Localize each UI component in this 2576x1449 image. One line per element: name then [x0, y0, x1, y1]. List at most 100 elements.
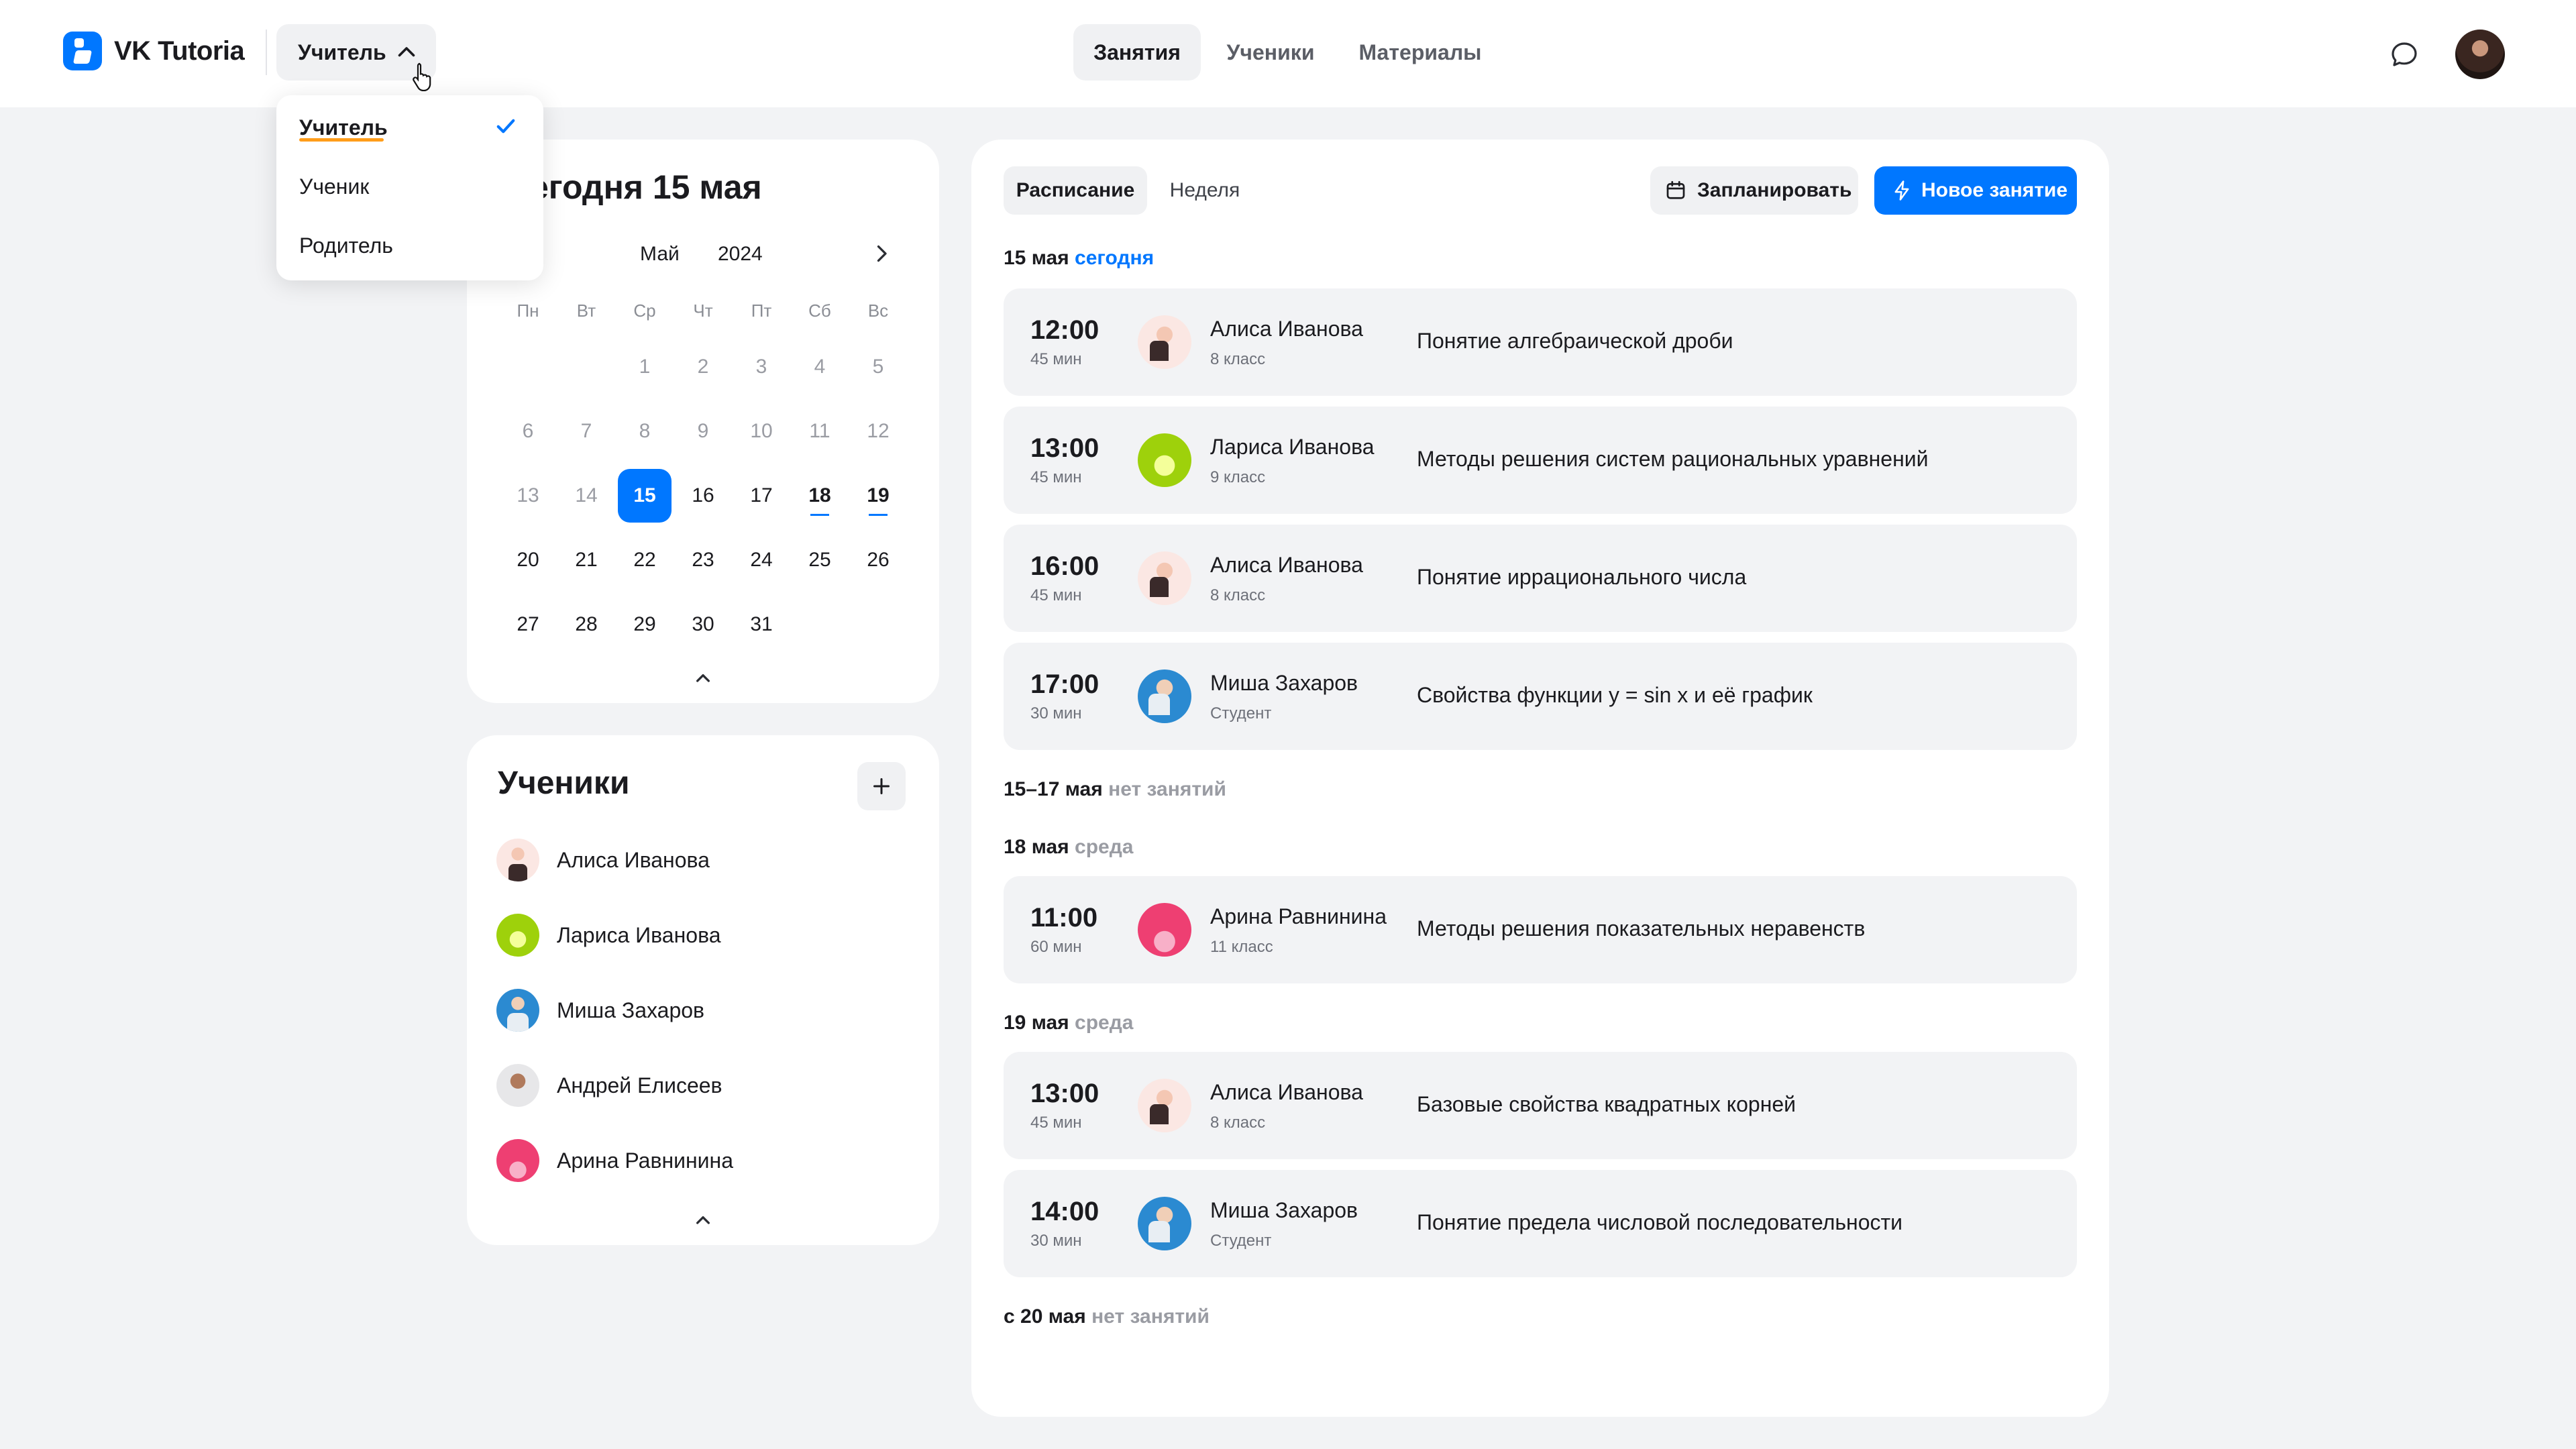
role-switcher-label: Учитель [298, 40, 386, 64]
chat-icon[interactable] [2388, 39, 2420, 71]
calendar-day[interactable]: 6 [501, 405, 555, 458]
student-item[interactable]: Лариса Иванова [496, 914, 721, 957]
calendar-day[interactable]: 31 [735, 598, 788, 651]
calendar-day[interactable]: 19 [851, 469, 905, 523]
calendar-day[interactable]: 22 [618, 533, 672, 587]
calendar-day[interactable]: 4 [793, 340, 847, 394]
nav-tab-materials[interactable]: Материалы [1340, 24, 1500, 80]
avatar [1138, 903, 1191, 957]
collapse-students-icon[interactable] [690, 1212, 716, 1228]
calendar-day[interactable]: 10 [735, 405, 788, 458]
calendar-day[interactable]: 5 [851, 340, 905, 394]
calendar-day[interactable]: 25 [793, 533, 847, 587]
user-avatar[interactable] [2455, 30, 2505, 79]
calendar-day[interactable]: 26 [851, 533, 905, 587]
lesson-card[interactable]: 11:00 60 мин Арина Равнинина 11 класс Ме… [1004, 876, 2077, 983]
avatar [496, 1064, 539, 1107]
weekday-thu: Чт [693, 301, 713, 321]
date-group-header: 15–17 мая нет занятий [1004, 778, 1226, 800]
student-item[interactable]: Арина Равнинина [496, 1139, 733, 1182]
calendar-day[interactable]: 20 [501, 533, 555, 587]
calendar-day[interactable]: 13 [501, 469, 555, 523]
calendar-day[interactable]: 8 [618, 405, 672, 458]
nav-tab-lessons[interactable]: Занятия [1073, 24, 1201, 80]
avatar [496, 914, 539, 957]
avatar [1138, 669, 1191, 723]
lesson-card[interactable]: 13:00 45 мин Лариса Иванова 9 класс Мето… [1004, 407, 2077, 514]
lesson-card[interactable]: 17:00 30 мин Миша Захаров Студент Свойст… [1004, 643, 2077, 750]
new-lesson-button[interactable]: Новое занятие [1874, 166, 2077, 215]
logo[interactable]: VK Tutoria [63, 32, 245, 70]
students-title: Ученики [498, 765, 630, 801]
role-option-teacher[interactable]: Учитель [299, 115, 388, 140]
calendar-day[interactable]: 2 [676, 340, 730, 394]
avatar [1138, 315, 1191, 369]
top-bar: VK Tutoria Учитель Занятия Ученики Матер… [0, 0, 2576, 107]
avatar [1138, 1197, 1191, 1250]
plan-button[interactable]: Запланировать [1650, 166, 1858, 215]
calendar-day[interactable]: 27 [501, 598, 555, 651]
calendar-year[interactable]: 2024 [718, 243, 763, 266]
calendar-title: егодня 15 мая [530, 168, 762, 206]
student-item[interactable]: Миша Захаров [496, 989, 704, 1032]
brand-name: VK Tutoria [114, 36, 245, 66]
calendar-day-today[interactable]: 15 [618, 469, 672, 523]
nav-tab-students[interactable]: Ученики [1214, 24, 1327, 80]
chevron-right-icon[interactable] [869, 240, 894, 267]
calendar-month[interactable]: Май [640, 243, 680, 266]
avatar [1138, 551, 1191, 605]
avatar [496, 839, 539, 881]
calendar-day[interactable]: 24 [735, 533, 788, 587]
date-group-header: 19 мая среда [1004, 1012, 1134, 1034]
avatar [496, 989, 539, 1032]
role-option-student[interactable]: Ученик [299, 174, 369, 199]
vk-logo-icon [63, 32, 102, 70]
hand-cursor-icon [413, 62, 431, 91]
date-group-header: 15 мая сегодня [1004, 247, 1155, 269]
role-dropdown: Учитель Ученик Родитель [276, 95, 543, 280]
tab-schedule[interactable]: Расписание [1004, 166, 1147, 215]
calendar-day[interactable]: 14 [559, 469, 613, 523]
lesson-card[interactable]: 13:00 45 мин Алиса Иванова 8 класс Базов… [1004, 1052, 2077, 1159]
calendar-day[interactable]: 18 [793, 469, 847, 523]
calendar-icon [1666, 180, 1685, 199]
avatar [1138, 433, 1191, 487]
lesson-card[interactable]: 16:00 45 мин Алиса Иванова 8 класс Понят… [1004, 525, 2077, 632]
checkmark-icon [496, 119, 515, 133]
weekday-mon: Пн [517, 301, 539, 321]
logo-divider [266, 30, 267, 75]
lightning-icon [1894, 180, 1909, 201]
date-group-header: 18 мая среда [1004, 836, 1134, 858]
role-option-parent[interactable]: Родитель [299, 233, 393, 258]
add-student-button[interactable] [857, 762, 906, 810]
calendar-day[interactable]: 17 [735, 469, 788, 523]
weekday-wed: Ср [633, 301, 656, 321]
tab-week[interactable]: Неделя [1155, 166, 1254, 215]
weekday-sat: Сб [808, 301, 831, 321]
calendar-day[interactable]: 1 [618, 340, 672, 394]
calendar-day[interactable]: 23 [676, 533, 730, 587]
collapse-calendar-icon[interactable] [690, 669, 716, 686]
calendar-day[interactable]: 3 [735, 340, 788, 394]
weekday-tue: Вт [576, 301, 596, 321]
plus-icon [873, 778, 890, 794]
lesson-card[interactable]: 12:00 45 мин Алиса Иванова 8 класс Понят… [1004, 288, 2077, 396]
calendar-day[interactable]: 11 [793, 405, 847, 458]
calendar-day[interactable]: 30 [676, 598, 730, 651]
calendar-day[interactable]: 29 [618, 598, 672, 651]
lesson-card[interactable]: 14:00 30 мин Миша Захаров Студент Поняти… [1004, 1170, 2077, 1277]
weekday-fri: Пт [751, 301, 772, 321]
student-item[interactable]: Андрей Елисеев [496, 1064, 722, 1107]
calendar-day[interactable]: 9 [676, 405, 730, 458]
chevron-up-icon [398, 47, 415, 57]
calendar-day[interactable]: 12 [851, 405, 905, 458]
calendar-day[interactable]: 16 [676, 469, 730, 523]
calendar-day[interactable]: 21 [559, 533, 613, 587]
calendar-day[interactable]: 7 [559, 405, 613, 458]
date-group-header: с 20 мая нет занятий [1004, 1305, 1210, 1328]
weekday-sun: Вс [867, 301, 889, 321]
avatar [1138, 1079, 1191, 1132]
selected-underline [299, 138, 384, 142]
calendar-day[interactable]: 28 [559, 598, 613, 651]
student-item[interactable]: Алиса Иванова [496, 839, 710, 881]
